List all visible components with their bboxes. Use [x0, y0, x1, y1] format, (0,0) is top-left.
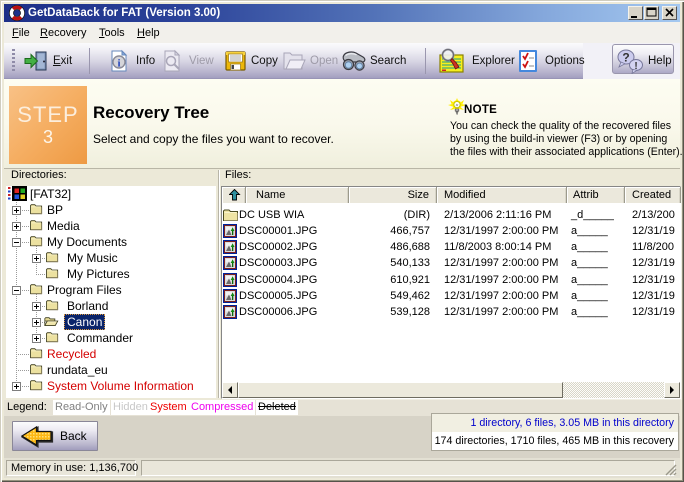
- svg-text:?: ?: [622, 51, 629, 65]
- svg-text:!: !: [634, 61, 637, 72]
- svg-text:i: i: [117, 58, 120, 70]
